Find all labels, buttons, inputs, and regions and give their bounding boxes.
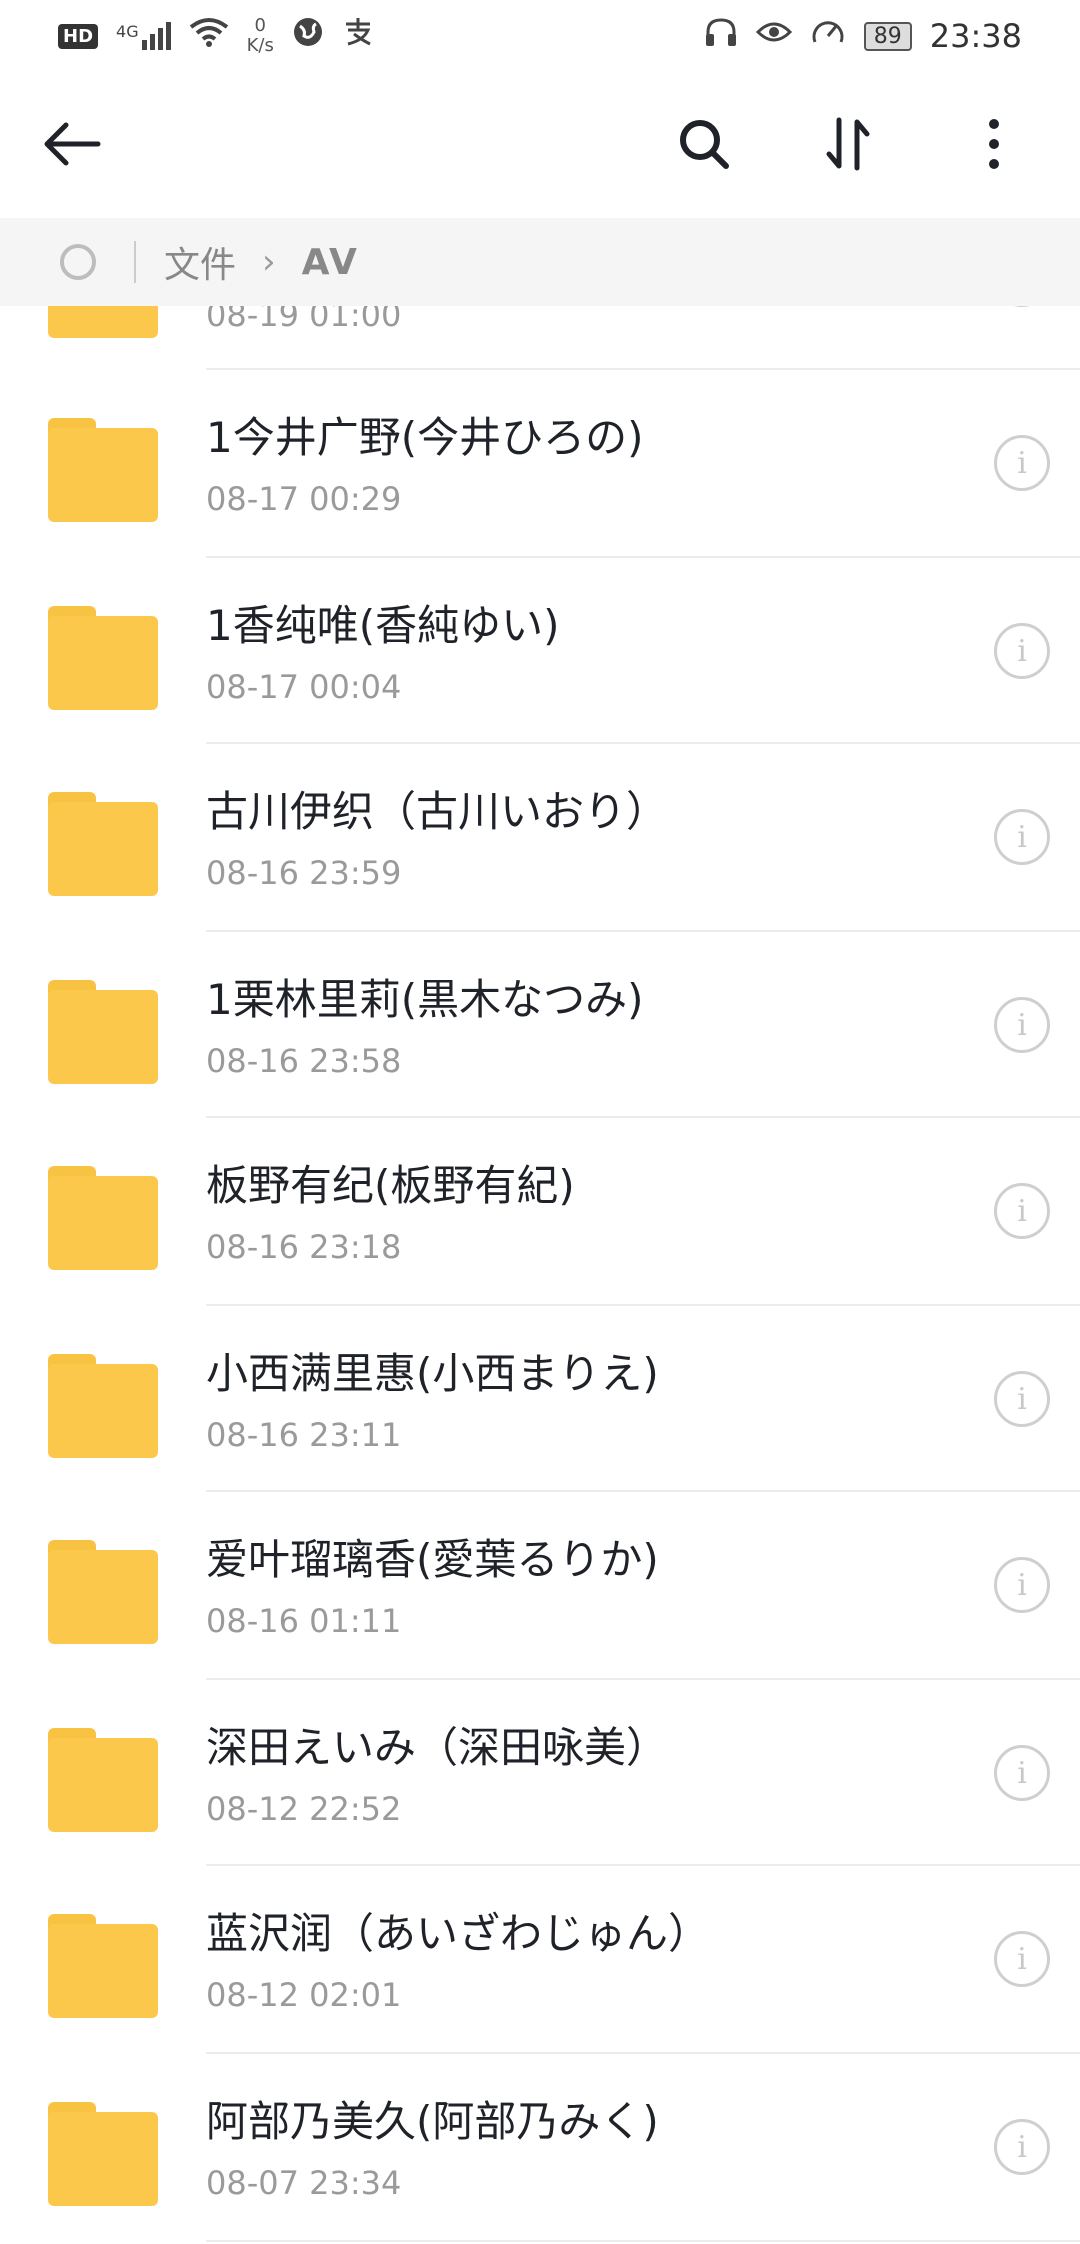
list-item[interactable]: 古川伊织（古川いおり） 08-16 23:59 i xyxy=(0,744,1080,930)
folder-name: 蓝沢润（あいざわじゅん） xyxy=(206,1909,711,1958)
list-item[interactable]: 1香纯唯(香純ゆい) 08-17 00:04 i xyxy=(0,558,1080,744)
folder-name: 阿部乃美久(阿部乃みく) xyxy=(206,2097,659,2146)
battery-indicator: 89 xyxy=(863,21,912,51)
info-icon[interactable]: i xyxy=(994,1371,1050,1427)
list-item[interactable]: 爱叶瑠璃香(愛葉るりか) 08-16 01:11 i xyxy=(0,1492,1080,1678)
net-speed-unit: K/s xyxy=(246,35,274,56)
folder-name: 板野有纪(板野有紀) xyxy=(206,1161,575,1210)
folder-name: 小西满里惠(小西まりえ) xyxy=(206,1349,659,1398)
folder-name: 1栗林里莉(黒木なつみ) xyxy=(206,975,644,1024)
list-item[interactable]: 08-19 01:00 i xyxy=(0,306,1080,372)
folder-date: 08-16 23:59 xyxy=(206,854,402,892)
more-button[interactable] xyxy=(946,96,1042,192)
net-speed-value: 0 xyxy=(254,15,266,36)
folder-name: 1今井广野(今井ひろの) xyxy=(206,413,644,462)
eye-icon xyxy=(755,18,792,54)
chevron-right-icon: › xyxy=(262,242,276,282)
folder-icon xyxy=(48,1166,158,1270)
breadcrumb-root[interactable]: 文件 xyxy=(164,236,236,288)
headphones-icon xyxy=(704,16,738,56)
folder-date: 08-16 01:11 xyxy=(206,1602,402,1640)
folder-date: 08-19 01:00 xyxy=(206,306,402,334)
info-icon[interactable]: i xyxy=(994,435,1050,491)
info-icon[interactable]: i xyxy=(994,1931,1050,1987)
wifi-icon xyxy=(189,17,229,55)
folder-date: 08-12 02:01 xyxy=(206,1976,402,2014)
folder-icon xyxy=(48,306,158,338)
file-list: 08-19 01:00 i 1今井广野(今井ひろの) 08-17 00:29 i… xyxy=(0,306,1080,2244)
folder-icon xyxy=(48,980,158,1084)
info-icon[interactable]: i xyxy=(994,623,1050,679)
folder-date: 08-17 00:29 xyxy=(206,480,402,518)
folder-icon xyxy=(48,1914,158,2018)
folder-icon xyxy=(48,1354,158,1458)
folder-name: 深田えいみ（深田咏美） xyxy=(206,1723,669,1772)
status-bar: HD 4G 0 K/s 89 23:38 xyxy=(0,0,1080,72)
list-item[interactable]: 阿部乃美久(阿部乃みく) 08-07 23:34 i xyxy=(0,2054,1080,2240)
breadcrumb-current[interactable]: AV xyxy=(302,242,359,283)
alipay-icon xyxy=(342,16,374,56)
info-icon[interactable]: i xyxy=(994,2119,1050,2175)
info-icon[interactable]: i xyxy=(994,1183,1050,1239)
folder-icon xyxy=(48,1728,158,1832)
storage-root-icon[interactable] xyxy=(60,244,96,280)
globe-icon xyxy=(292,16,324,56)
info-icon[interactable]: i xyxy=(994,306,1050,307)
list-item[interactable]: 蓝沢润（あいざわじゅん） 08-12 02:01 i xyxy=(0,1866,1080,2052)
list-item[interactable]: 小西满里惠(小西まりえ) 08-16 23:11 i xyxy=(0,1306,1080,1492)
status-bar-right: 89 23:38 xyxy=(704,16,1022,56)
row-divider xyxy=(206,2240,1080,2242)
folder-date: 08-12 22:52 xyxy=(206,1790,402,1828)
info-icon[interactable]: i xyxy=(994,1557,1050,1613)
folder-date: 08-16 23:18 xyxy=(206,1228,402,1266)
breadcrumb-divider xyxy=(134,241,136,283)
list-item[interactable]: 板野有纪(板野有紀) 08-16 23:18 i xyxy=(0,1118,1080,1304)
clock: 23:38 xyxy=(929,17,1022,55)
folder-name: 1香纯唯(香純ゆい) xyxy=(206,601,560,650)
folder-date: 08-16 23:11 xyxy=(206,1416,402,1454)
top-toolbar xyxy=(0,72,1080,218)
folder-name: 古川伊织（古川いおり） xyxy=(206,787,669,836)
speedometer-icon xyxy=(810,16,846,56)
folder-icon xyxy=(48,418,158,522)
search-icon xyxy=(680,120,729,169)
back-button[interactable] xyxy=(24,96,120,192)
status-bar-left: HD 4G 0 K/s xyxy=(58,16,374,56)
arrow-left-icon xyxy=(44,122,101,166)
list-item[interactable]: 深田えいみ（深田咏美） 08-12 22:52 i xyxy=(0,1680,1080,1866)
more-vertical-icon xyxy=(989,119,999,169)
hd-badge: HD xyxy=(58,23,99,49)
info-icon[interactable]: i xyxy=(994,1745,1050,1801)
signal-icon: 4G xyxy=(116,22,171,50)
sort-icon xyxy=(826,117,870,171)
list-item[interactable]: 1今井广野(今井ひろの) 08-17 00:29 i xyxy=(0,370,1080,556)
info-icon[interactable]: i xyxy=(994,997,1050,1053)
folder-icon xyxy=(48,606,158,710)
network-type: 4G xyxy=(116,22,139,41)
folder-date: 08-07 23:34 xyxy=(206,2164,402,2202)
folder-icon xyxy=(48,1540,158,1644)
sort-button[interactable] xyxy=(800,96,896,192)
folder-icon xyxy=(48,792,158,896)
list-item[interactable]: 1栗林里莉(黒木なつみ) 08-16 23:58 i xyxy=(0,932,1080,1118)
folder-date: 08-16 23:58 xyxy=(206,1042,402,1080)
info-icon[interactable]: i xyxy=(994,809,1050,865)
folder-icon xyxy=(48,2102,158,2206)
folder-name: 爱叶瑠璃香(愛葉るりか) xyxy=(206,1535,659,1584)
search-button[interactable] xyxy=(656,96,752,192)
folder-date: 08-17 00:04 xyxy=(206,668,402,706)
breadcrumb: 文件 › AV xyxy=(0,218,1080,306)
net-speed: 0 K/s xyxy=(247,16,274,56)
